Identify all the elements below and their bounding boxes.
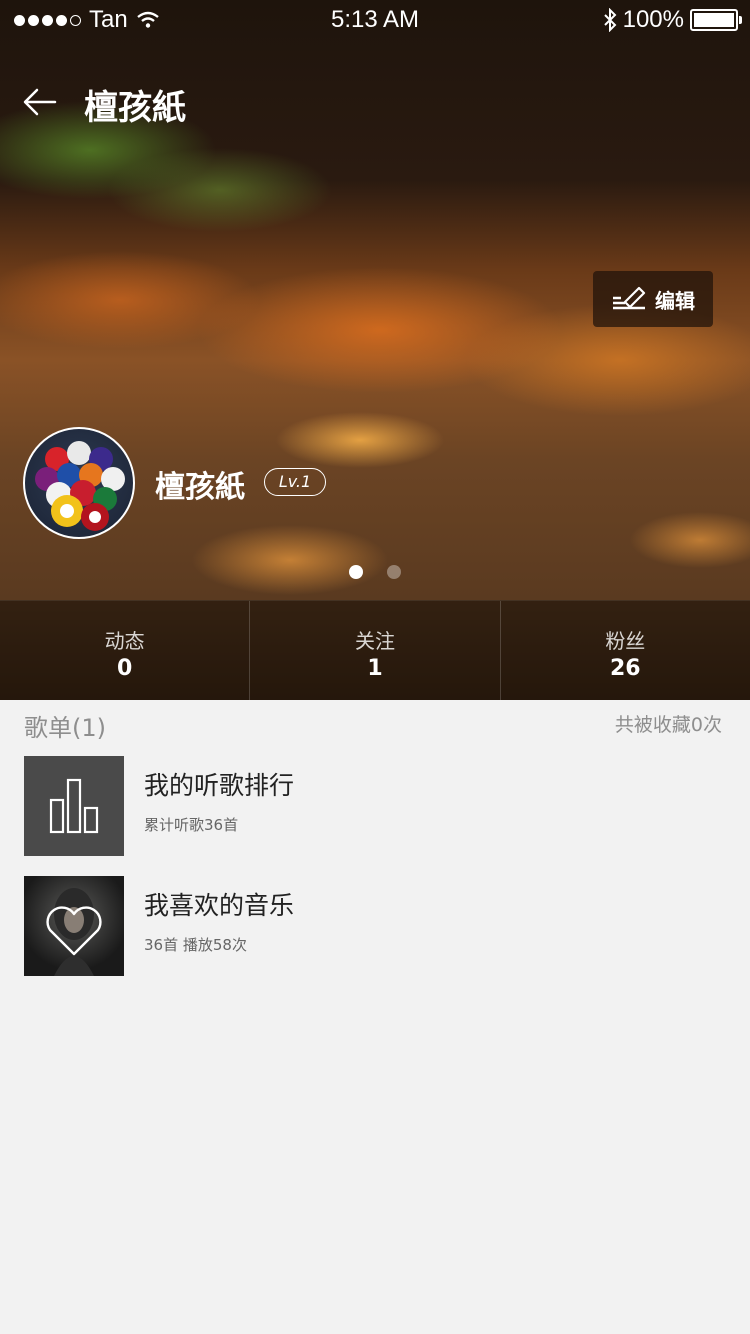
- playlist-title: 我的听歌排行: [144, 771, 295, 800]
- stat-posts[interactable]: 动态 0: [0, 601, 251, 700]
- battery-icon: [690, 9, 742, 31]
- avatar[interactable]: [23, 427, 135, 539]
- stat-label: 关注: [354, 629, 395, 653]
- playlist-subtitle: 累计听歌36首: [144, 816, 239, 834]
- billiard-balls-image: [35, 441, 125, 531]
- status-right: 100%: [603, 6, 742, 34]
- stat-label: 动态: [104, 629, 145, 653]
- collected-count: 共被收藏0次: [614, 714, 722, 736]
- bluetooth-icon: [603, 8, 617, 32]
- edit-label: 编辑: [655, 288, 695, 313]
- stat-label: 粉丝: [605, 629, 646, 653]
- list-item[interactable]: 我喜欢的音乐 36首 播放58次: [0, 868, 750, 988]
- playlist-title: 我喜欢的音乐: [144, 891, 295, 920]
- playlist-count: 歌单(1): [24, 714, 106, 742]
- back-arrow-icon[interactable]: [22, 84, 58, 120]
- page-dot[interactable]: [387, 565, 401, 579]
- stat-following[interactable]: 关注 1: [250, 601, 501, 700]
- stat-value: 1: [367, 656, 383, 681]
- battery-percent: 100%: [622, 6, 684, 33]
- page-title: 檀孩紙: [84, 88, 186, 128]
- playlist-subtitle: 36首 播放58次: [144, 936, 247, 954]
- playlist-cover: [24, 756, 124, 856]
- stat-followers[interactable]: 粉丝 26: [501, 601, 750, 700]
- username: 檀孩紙: [155, 470, 245, 505]
- status-bar: Tan 5:13 AM 100%: [0, 0, 750, 40]
- heart-icon: [46, 888, 102, 976]
- edit-button[interactable]: 编辑: [593, 271, 713, 327]
- page-indicator: [0, 565, 750, 579]
- level-badge: Lv.1: [264, 468, 326, 496]
- bar-chart-icon: [49, 778, 99, 834]
- playlist-header: 歌单(1) 共被收藏0次: [0, 700, 750, 748]
- list-item[interactable]: 我的听歌排行 累计听歌36首: [0, 748, 750, 868]
- playlist-cover: [24, 876, 124, 976]
- stats-bar: 动态 0 关注 1 粉丝 26: [0, 600, 750, 700]
- page-dot-active[interactable]: [349, 565, 363, 579]
- nav-bar: 檀孩紙: [0, 72, 750, 132]
- pencil-edit-icon: [613, 286, 646, 310]
- stat-value: 26: [610, 656, 641, 681]
- profile-header: Tan 5:13 AM 100% 檀孩紙 编辑 檀孩紙 Lv.1 动态 0 关注…: [0, 0, 750, 700]
- stat-value: 0: [117, 656, 133, 681]
